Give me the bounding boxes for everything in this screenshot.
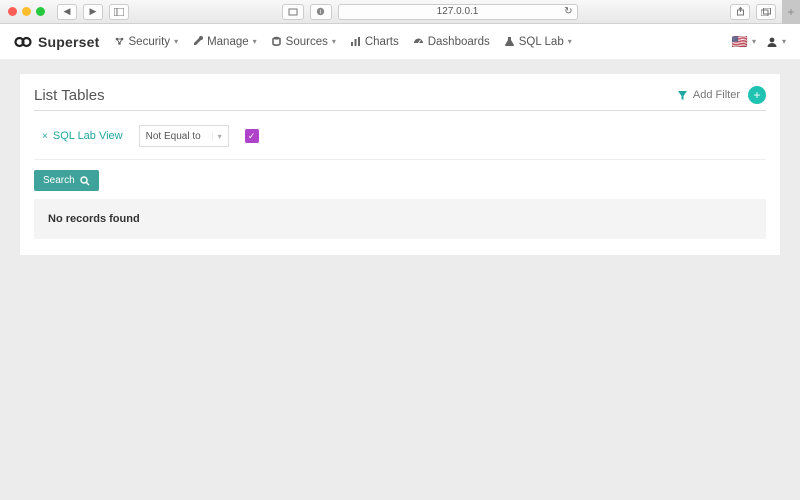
search-row: Search <box>34 160 766 199</box>
brand-logo-icon <box>14 36 32 48</box>
chevron-down-icon: ▾ <box>752 37 756 46</box>
nav-manage[interactable]: Manage ▾ <box>192 36 257 48</box>
chart-icon <box>350 36 361 47</box>
search-button-label: Search <box>43 175 75 186</box>
sidebar-toggle-button[interactable] <box>109 4 129 20</box>
filter-operator-select[interactable]: Not Equal to ▾ <box>139 125 229 147</box>
panel-actions: Add Filter + <box>677 86 766 104</box>
close-window-icon[interactable] <box>8 7 17 16</box>
nav-sources-label: Sources <box>286 36 328 48</box>
minimize-window-icon[interactable] <box>22 7 31 16</box>
site-info-button[interactable]: i <box>310 4 332 20</box>
panel-header: List Tables Add Filter + <box>34 84 766 111</box>
search-button[interactable]: Search <box>34 170 99 191</box>
filter-row: × SQL Lab View Not Equal to ▾ ✓ <box>34 111 766 160</box>
chevron-down-icon: ▾ <box>332 37 336 46</box>
brand[interactable]: Superset <box>14 34 100 50</box>
top-nav: Superset Security ▾ Manage ▾ Sources ▾ C… <box>0 24 800 60</box>
remove-filter-icon[interactable]: × <box>42 131 48 142</box>
check-icon: ✓ <box>248 131 256 142</box>
filter-value-checkbox[interactable]: ✓ <box>245 129 259 143</box>
empty-message: No records found <box>48 213 140 225</box>
flask-icon <box>504 36 515 47</box>
security-icon <box>114 36 125 47</box>
plus-icon: + <box>753 88 760 102</box>
window-controls <box>8 7 45 16</box>
svg-text:i: i <box>320 10 321 16</box>
dashboard-icon <box>413 36 424 47</box>
chevron-down-icon: ▾ <box>568 37 572 46</box>
nav-manage-label: Manage <box>207 36 249 48</box>
nav-sqllab-label: SQL Lab <box>519 36 564 48</box>
reload-icon[interactable]: ↻ <box>564 6 572 17</box>
filter-operator-value: Not Equal to <box>146 131 212 142</box>
maximize-window-icon[interactable] <box>36 7 45 16</box>
chevron-down-icon: ▾ <box>782 37 786 46</box>
new-tab-button[interactable]: + <box>782 0 800 24</box>
add-filter-label: Add Filter <box>693 89 740 101</box>
nav-security-label: Security <box>129 36 171 48</box>
filter-chip-label: SQL Lab View <box>53 130 123 142</box>
add-filter-button[interactable]: Add Filter <box>677 89 740 101</box>
brand-name: Superset <box>38 34 100 50</box>
filter-chip[interactable]: × SQL Lab View <box>42 130 123 142</box>
locale-switcher[interactable]: 🇺🇸 ▾ <box>732 34 756 50</box>
address-bar[interactable]: 127.0.0.1 ↻ <box>338 4 578 20</box>
address-bar-group: i 127.0.0.1 ↻ <box>175 4 684 20</box>
address-url: 127.0.0.1 <box>437 6 479 17</box>
us-flag-icon: 🇺🇸 <box>732 34 748 50</box>
chevron-down-icon: ▾ <box>253 37 257 46</box>
search-icon <box>80 176 90 186</box>
chevron-down-icon: ▾ <box>174 37 178 46</box>
wrench-icon <box>192 36 203 47</box>
database-icon <box>271 36 282 47</box>
tabs-button[interactable] <box>756 4 776 20</box>
user-icon <box>766 36 778 48</box>
nav-sources[interactable]: Sources ▾ <box>271 36 336 48</box>
nav-charts[interactable]: Charts <box>350 36 399 48</box>
nav-dashboards-label: Dashboards <box>428 36 490 48</box>
results-panel: No records found <box>34 199 766 239</box>
filter-icon <box>677 90 688 101</box>
nav-dashboards[interactable]: Dashboards <box>413 36 490 48</box>
chrome-right <box>730 4 776 20</box>
back-button[interactable]: ◀ <box>57 4 77 20</box>
user-menu[interactable]: ▾ <box>766 36 786 48</box>
page: List Tables Add Filter + × SQL Lab View <box>0 60 800 269</box>
nav-security[interactable]: Security ▾ <box>114 36 179 48</box>
panel: List Tables Add Filter + × SQL Lab View <box>20 74 780 255</box>
add-record-button[interactable]: + <box>748 86 766 104</box>
chevron-down-icon: ▾ <box>212 132 222 141</box>
expand-button[interactable] <box>282 4 304 20</box>
nav-sqllab[interactable]: SQL Lab ▾ <box>504 36 572 48</box>
share-button[interactable] <box>730 4 750 20</box>
browser-chrome: ◀ ▶ i 127.0.0.1 ↻ + <box>0 0 800 24</box>
nav-right: 🇺🇸 ▾ ▾ <box>732 34 786 50</box>
forward-button[interactable]: ▶ <box>83 4 103 20</box>
nav-charts-label: Charts <box>365 36 399 48</box>
page-title: List Tables <box>34 87 105 104</box>
